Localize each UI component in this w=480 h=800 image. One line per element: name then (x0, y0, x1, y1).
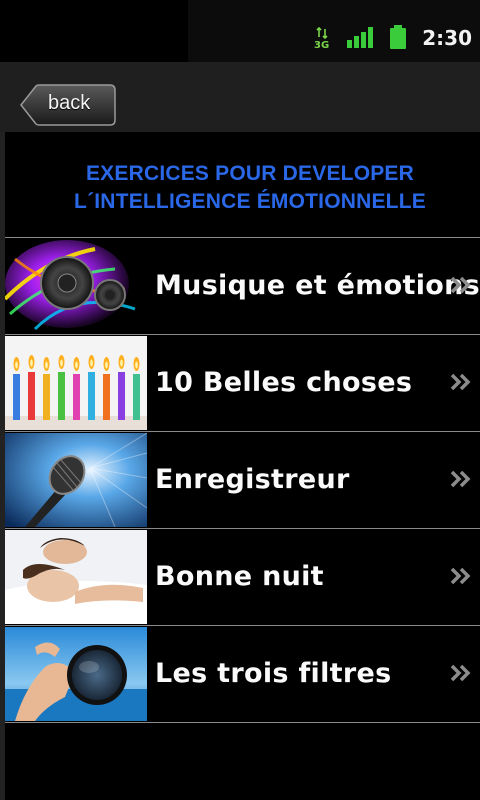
menu-item-trois-filtres[interactable]: Les trois filtres (5, 625, 480, 723)
sleeping-couple-image (5, 530, 147, 624)
back-button-label: back (48, 92, 91, 114)
microphone-image (5, 433, 147, 527)
menu-item-label: Enregistreur (155, 464, 350, 495)
double-chevron-right-icon (450, 567, 471, 585)
network-type-label: 3G (314, 40, 330, 51)
birthday-candles-image (5, 336, 147, 430)
page-title-line-1: EXERCICES POUR DEVELOPER (85, 162, 415, 185)
menu-item-bonne-nuit[interactable]: Bonne nuit (5, 528, 480, 625)
back-button[interactable]: back (20, 84, 116, 126)
page-title: EXERCICES POUR DEVELOPER L´INTELLIGENCE … (0, 160, 480, 216)
clock: 2:30 (422, 26, 472, 50)
menu-item-label: Les trois filtres (155, 658, 392, 689)
app-screen: 3G 2:30 back EXERCICES POUR DEVELOPER L´… (0, 0, 480, 800)
double-chevron-right-icon (450, 664, 471, 682)
menu-item-label: 10 Belles choses (155, 367, 413, 398)
menu-list: Musique et émotions 10 Belles choses Enr… (5, 237, 480, 723)
navigation-bar: back (0, 62, 480, 132)
double-chevron-right-icon (450, 276, 471, 294)
page-title-line-2: L´INTELLIGENCE ÉMOTIONNELLE (74, 190, 426, 213)
menu-item-musique[interactable]: Musique et émotions (5, 237, 480, 334)
content-area: EXERCICES POUR DEVELOPER L´INTELLIGENCE … (0, 132, 480, 800)
menu-item-label: Bonne nuit (155, 561, 324, 592)
status-bar: 3G 2:30 (0, 0, 480, 62)
double-chevron-right-icon (450, 373, 471, 391)
double-chevron-right-icon (450, 470, 471, 488)
battery-icon (390, 25, 406, 49)
speaker-image (5, 239, 147, 333)
data-activity-icon (316, 27, 328, 39)
signal-strength-icon (347, 27, 373, 48)
menu-item-label: Musique et émotions (155, 270, 480, 301)
menu-item-belles-choses[interactable]: 10 Belles choses (5, 334, 480, 431)
menu-item-enregistreur[interactable]: Enregistreur (5, 431, 480, 528)
hand-filter-lens-image (5, 627, 147, 721)
